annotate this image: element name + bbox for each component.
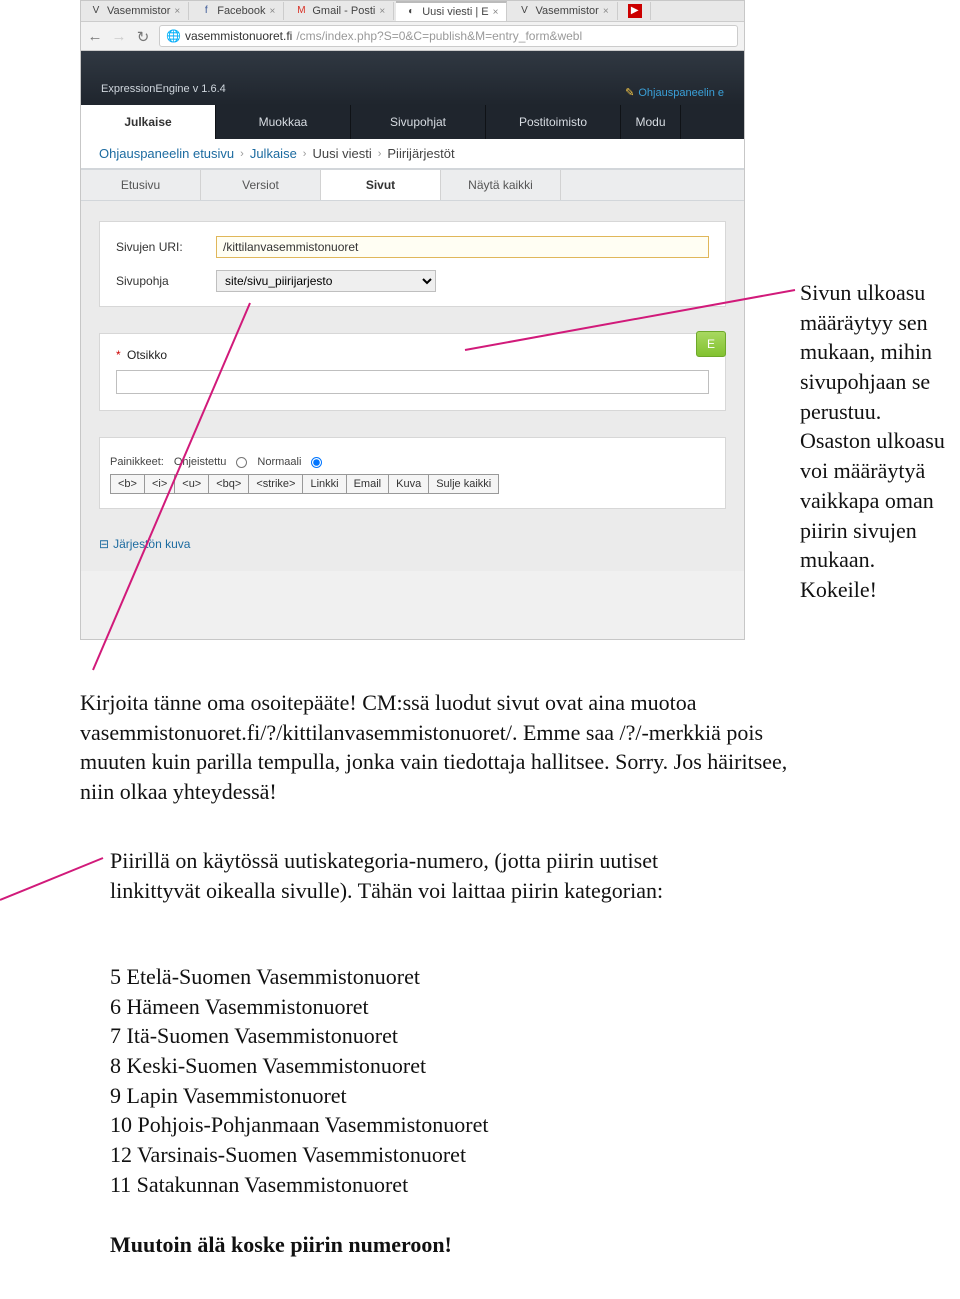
nav-tab-muokkaa[interactable]: Muokkaa — [216, 105, 351, 139]
tb-image[interactable]: Kuva — [389, 475, 429, 493]
subtab-etusivu[interactable]: Etusivu — [81, 170, 201, 200]
category-item: 9 Lapin Vasemmistonuoret — [110, 1081, 750, 1111]
ee-header: ExpressionEngine v 1.6.4 ✎ Ohjauspaneeli… — [81, 51, 744, 105]
browser-toolbar: ← → ↻ 🌐 vasemmistonuoret.fi/cms/index.ph… — [81, 21, 744, 51]
mode-normaali-radio[interactable] — [311, 457, 322, 468]
page-uri-input[interactable] — [216, 236, 709, 258]
reload-icon[interactable]: ↻ — [135, 28, 151, 44]
breadcrumb: Ohjauspaneelin etusivu › Julkaise › Uusi… — [81, 139, 744, 169]
annotation-warning: Muutoin älä koske piirin numeroon! — [110, 1230, 750, 1260]
ee-subtabs: Etusivu Versiot Sivut Näytä kaikki — [81, 169, 744, 201]
close-icon[interactable]: × — [493, 7, 499, 18]
expand-button[interactable]: E — [696, 331, 726, 357]
panel-editor: Painikkeet: Ohjeistettu Normaali <b> <i>… — [99, 437, 726, 509]
form-area: Sivujen URI: Sivupohja site/sivu_piirija… — [81, 201, 744, 571]
tb-underline[interactable]: <u> — [175, 475, 209, 493]
favicon-icon: f — [199, 4, 213, 18]
tab-title: Vasemmistor — [107, 5, 170, 17]
panel-otsikko: * Otsikko E — [99, 333, 726, 411]
annotation-middle: Kirjoita tänne oma osoitepääte! CM:ssä l… — [80, 688, 820, 807]
ee-help-link[interactable]: ✎ Ohjauspaneelin e — [625, 86, 724, 99]
tab-title: Facebook — [217, 5, 265, 17]
tb-bold[interactable]: <b> — [111, 475, 145, 493]
category-item: 8 Keski-Suomen Vasemmistonuoret — [110, 1051, 750, 1081]
mode-normaali-label: Normaali — [257, 456, 301, 468]
crumb-link[interactable]: Julkaise — [250, 146, 297, 161]
favicon-icon: V — [517, 4, 531, 18]
tb-email[interactable]: Email — [347, 475, 390, 493]
nav-tab-julkaise[interactable]: Julkaise — [81, 105, 216, 139]
chevron-right-icon: › — [378, 148, 382, 160]
subtab-versiot[interactable]: Versiot — [201, 170, 321, 200]
subtab-nayta-kaikki[interactable]: Näytä kaikki — [441, 170, 561, 200]
tab-title: Vasemmistor — [535, 5, 598, 17]
tab-title: Uusi viesti | E — [422, 6, 488, 18]
url-path: /cms/index.php?S=0&C=publish&M=entry_for… — [296, 29, 582, 43]
close-icon[interactable]: × — [603, 6, 609, 17]
category-item: 11 Satakunnan Vasemmistonuoret — [110, 1170, 750, 1200]
youtube-icon: ▶ — [628, 4, 642, 18]
editor-toolbar: <b> <i> <u> <bq> <strike> Linkki Email K… — [110, 474, 499, 494]
subtab-sivut[interactable]: Sivut — [321, 170, 441, 200]
chevron-right-icon: › — [240, 148, 244, 160]
uri-label: Sivujen URI: — [116, 240, 206, 254]
minus-icon: ⊟ — [99, 537, 109, 551]
address-bar[interactable]: 🌐 vasemmistonuoret.fi/cms/index.php?S=0&… — [159, 25, 738, 47]
browser-tab[interactable]: ▶ — [620, 2, 651, 20]
crumb-text: Uusi viesti — [312, 146, 371, 161]
url-host: vasemmistonuoret.fi — [185, 29, 292, 43]
annotation-right: Sivun ulkoasu määräytyy sen mukaan, mihi… — [800, 278, 955, 605]
disclosure-jarjeston-kuva[interactable]: ⊟ Järjestön kuva — [99, 537, 190, 551]
back-icon[interactable]: ← — [87, 28, 103, 44]
nav-tab-modu[interactable]: Modu — [621, 105, 681, 139]
otsikko-input[interactable] — [116, 370, 709, 394]
required-asterisk: * — [116, 348, 121, 362]
browser-tab[interactable]: V Vasemmistor × — [509, 2, 617, 20]
disclosure-label: Järjestön kuva — [113, 537, 190, 551]
panel-sivut: Sivujen URI: Sivupohja site/sivu_piirija… — [99, 221, 726, 307]
nav-tab-sivupohjat[interactable]: Sivupohjat — [351, 105, 486, 139]
category-item: 6 Hämeen Vasemmistonuoret — [110, 992, 750, 1022]
otsikko-label: Otsikko — [127, 348, 167, 362]
browser-tab-active[interactable]: ◐ Uusi viesti | E × — [396, 1, 507, 21]
browser-screenshot: V Vasemmistor × f Facebook × M Gmail - P… — [80, 0, 745, 640]
chevron-right-icon: › — [303, 148, 307, 160]
close-icon[interactable]: × — [270, 6, 276, 17]
mode-ohjeistettu-label: Ohjeistettu — [174, 456, 227, 468]
help-text: Ohjauspaneelin e — [638, 87, 724, 99]
tb-close-all[interactable]: Sulje kaikki — [429, 475, 498, 493]
category-item: 10 Pohjois-Pohjanmaan Vasemmistonuoret — [110, 1110, 750, 1140]
annotation-lower-intro: Piirillä on käytössä uutiskategoria-nume… — [110, 846, 750, 905]
close-icon[interactable]: × — [174, 6, 180, 17]
nav-tab-postitoimisto[interactable]: Postitoimisto — [486, 105, 621, 139]
globe-icon: 🌐 — [166, 29, 181, 43]
browser-tab[interactable]: M Gmail - Posti × — [286, 2, 394, 20]
mode-ohjeistettu-radio[interactable] — [236, 457, 247, 468]
category-item: 12 Varsinais-Suomen Vasemmistonuoret — [110, 1140, 750, 1170]
ee-main-nav: Julkaise Muokkaa Sivupohjat Postitoimist… — [81, 105, 744, 139]
template-select[interactable]: site/sivu_piirijarjesto — [216, 270, 436, 292]
category-item: 5 Etelä-Suomen Vasemmistonuoret — [110, 962, 750, 992]
annotation-category-list: 5 Etelä-Suomen Vasemmistonuoret 6 Hämeen… — [110, 962, 750, 1200]
browser-tab-strip: V Vasemmistor × f Facebook × M Gmail - P… — [81, 1, 744, 21]
favicon-icon: V — [89, 4, 103, 18]
favicon-icon: ◐ — [404, 5, 418, 19]
crumb-link[interactable]: Ohjauspaneelin etusivu — [99, 146, 234, 161]
tb-blockquote[interactable]: <bq> — [209, 475, 249, 493]
browser-tab[interactable]: f Facebook × — [191, 2, 284, 20]
tb-italic[interactable]: <i> — [145, 475, 175, 493]
category-item: 7 Itä-Suomen Vasemmistonuoret — [110, 1021, 750, 1051]
ee-version: ExpressionEngine v 1.6.4 — [101, 83, 226, 99]
forward-icon[interactable]: → — [111, 28, 127, 44]
tab-title: Gmail - Posti — [312, 5, 375, 17]
pencil-icon: ✎ — [625, 86, 634, 99]
browser-tab[interactable]: V Vasemmistor × — [81, 2, 189, 20]
close-icon[interactable]: × — [379, 6, 385, 17]
crumb-text: Piirijärjestöt — [387, 146, 454, 161]
painikkeet-label: Painikkeet: — [110, 456, 164, 468]
favicon-icon: M — [294, 4, 308, 18]
template-label: Sivupohja — [116, 274, 206, 288]
tb-link[interactable]: Linkki — [303, 475, 346, 493]
tb-strike[interactable]: <strike> — [249, 475, 303, 493]
